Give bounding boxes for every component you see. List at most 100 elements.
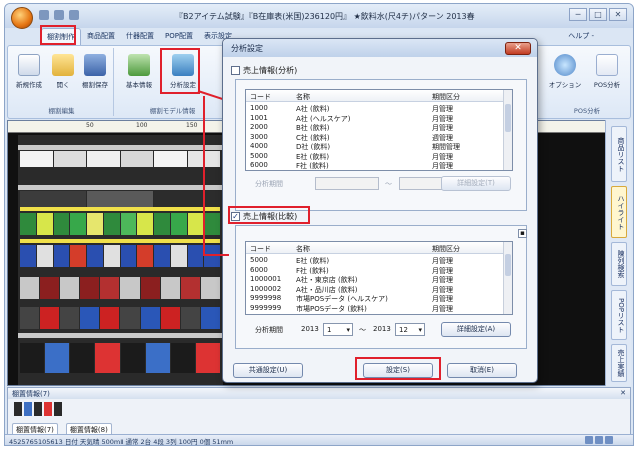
detail-settings-t-button: 詳細設定(T) [441, 176, 511, 191]
list-item[interactable]: 3000 C社 (飲料) 週管理 [246, 133, 512, 142]
ribbon-group-label: 棚割編集 [48, 107, 75, 115]
tab-fixture-layout[interactable]: 什器配置 [121, 28, 159, 45]
common-settings-button[interactable]: 共通設定(U) [233, 363, 303, 378]
maximize-button[interactable]: □ [589, 8, 607, 21]
name-cell: A社 (飲料) [296, 105, 330, 113]
period-type-cell: 月管理 [432, 285, 453, 294]
pos-analysis-button[interactable]: POS分析 [590, 54, 624, 89]
product-row[interactable] [20, 213, 220, 235]
sales-comparison-section: ✓ 売上情報(比較) ▪ コード 名称 期間区分 5000 E社 (飲料) 月管理 6… [231, 211, 531, 351]
code-cell: 4000 [250, 142, 268, 150]
tab-pop-list[interactable]: POPリスト [611, 290, 627, 340]
comparison-data-list[interactable]: コード 名称 期間区分 5000 E社 (飲料) 月管理 6000 F社 (飲料) 月管理… [245, 241, 513, 315]
sales-analysis-checkbox[interactable]: 売上情報(分析) [231, 65, 297, 76]
list-item[interactable]: 6000 F社 (飲料) 月管理 [246, 161, 512, 170]
product-row[interactable] [20, 307, 220, 329]
code-cell: 5000 [250, 256, 268, 264]
checkbox-label: 売上情報(分析) [243, 66, 298, 75]
period-type-cell: 期間管理 [432, 143, 460, 151]
list-scrollbar[interactable] [503, 242, 512, 314]
list-item[interactable]: 1001 A社 (ヘルスケア) 月管理 [246, 114, 512, 123]
chart-line-icon [596, 54, 618, 76]
checkbox-unchecked[interactable] [231, 66, 240, 75]
options-button[interactable]: オプション [548, 54, 582, 89]
tab-product-layout[interactable]: 商品配置 [82, 28, 120, 45]
list-item[interactable]: 6000 F社 (飲料) 月管理 [246, 266, 512, 275]
zoom-icon[interactable] [605, 436, 613, 444]
tab-pop-layout[interactable]: POP配置 [160, 28, 198, 45]
detail-settings-a-button[interactable]: 詳細設定(A) [441, 322, 511, 337]
new-button[interactable]: 新規作成 [12, 54, 46, 89]
pane-title: 棚置情報(7) [8, 388, 630, 399]
list-scrollbar[interactable] [503, 90, 512, 170]
code-cell: 6000 [250, 265, 268, 274]
highlight-tab-box [40, 25, 76, 45]
save-shelf-button[interactable]: 棚割保存 [78, 54, 112, 89]
callout-line [203, 254, 229, 256]
name-cell: 市場POSデータ (飲料) [296, 304, 367, 313]
code-cell: 9999999 [250, 303, 282, 312]
code-cell: 1000001 [250, 275, 282, 283]
view-icon[interactable] [595, 436, 603, 444]
tab-highlight[interactable]: ハイライト [611, 186, 627, 238]
name-cell: F社 (飲料) [296, 266, 329, 275]
name-cell: C社 (飲料) [296, 133, 330, 142]
list-item[interactable]: 5000 E社 (飲料) 月管理 [246, 152, 512, 161]
quick-access-toolbar [39, 10, 79, 20]
period-type-cell: 月管理 [432, 304, 453, 313]
view-icon[interactable] [585, 436, 593, 444]
code-cell: 1001 [250, 113, 268, 122]
list-item[interactable]: 2000 B社 (飲料) 月管理 [246, 123, 512, 132]
tab-display-search[interactable]: 陳列検索 [611, 242, 627, 286]
list-item[interactable]: 1000 A社 (飲料) 月管理 [246, 104, 512, 113]
period-type-cell: 月管理 [432, 114, 453, 123]
list-item[interactable]: 4000 D社 (飲料) 期間管理 [246, 142, 512, 151]
product-row[interactable] [20, 277, 220, 299]
close-icon[interactable]: ✕ [620, 389, 626, 397]
thumbnail-strip [14, 402, 62, 416]
ribbon-group-pos: オプション POS分析 POS分析 [544, 48, 630, 116]
product-row[interactable] [20, 245, 220, 267]
list-header: コード 名称 期間区分 [246, 90, 512, 102]
help-menu[interactable]: ヘルプ - [563, 28, 599, 44]
dropdown-arrow-icon: ▾ [418, 326, 422, 334]
expand-icon[interactable]: ▪ [518, 229, 527, 238]
minimize-button[interactable]: ─ [569, 8, 587, 21]
shelf-board [18, 145, 223, 150]
folder-icon [52, 54, 74, 76]
status-icons [585, 436, 613, 444]
name-cell: E社 (飲料) [296, 152, 330, 161]
to-month-select[interactable]: 12 ▾ [395, 323, 425, 336]
code-cell: 6000 [250, 161, 268, 169]
code-cell: 1000 [250, 104, 268, 112]
redo-icon[interactable] [54, 10, 64, 20]
code-cell: 5000 [250, 151, 268, 160]
app-menu-orb[interactable] [11, 7, 33, 29]
disk-icon [84, 54, 106, 76]
from-month-select[interactable]: 1 ▾ [323, 323, 353, 336]
analysis-data-list[interactable]: コード 名称 期間区分 1000 A社 (飲料) 月管理 1001 A社 (ヘルスケア)… [245, 89, 513, 171]
title-bar: 『B2アイテム試験』『B在庫表(米国)236120円』 ★飲料水(尺4チ)パター… [5, 4, 633, 29]
dialog-close-button[interactable]: ✕ [505, 42, 531, 55]
period-type-cell: 月管理 [432, 152, 453, 161]
list-item[interactable]: 1000001 A社・東京店 (飲料) 月管理 [246, 275, 512, 284]
list-item[interactable]: 1000002 A社・品川店 (飲料) 月管理 [246, 285, 512, 294]
tab-product-list[interactable]: 商品リスト [611, 126, 627, 182]
product-row[interactable] [20, 151, 220, 167]
list-item[interactable]: 9999999 市場POSデータ (飲料) 月管理 [246, 304, 512, 313]
cancel-button[interactable]: 取消(E) [447, 363, 517, 378]
list-item[interactable]: 5000 E社 (飲料) 月管理 [246, 256, 512, 265]
save-icon[interactable] [69, 10, 79, 20]
basic-info-button[interactable]: 基本情報 [122, 54, 156, 89]
open-button[interactable]: 開く [46, 54, 80, 89]
product-row[interactable] [20, 343, 220, 373]
tab-sales-results[interactable]: 売上実績 [611, 344, 627, 382]
period-type-cell: 週管理 [432, 133, 453, 142]
period-to-input [399, 177, 445, 190]
window-title: 『B2アイテム試験』『B在庫表(米国)236120円』 ★飲料水(尺4チ)パター… [175, 12, 475, 21]
close-window-button[interactable]: ✕ [609, 8, 627, 21]
to-year: 2013 [373, 325, 391, 333]
list-item[interactable]: 9999998 市場POSデータ (ヘルスケア) 月管理 [246, 294, 512, 303]
undo-icon[interactable] [39, 10, 49, 20]
placement-info-pane: 棚置情報(7) ✕ 棚置情報(7) 棚置情報(8) [7, 387, 631, 437]
